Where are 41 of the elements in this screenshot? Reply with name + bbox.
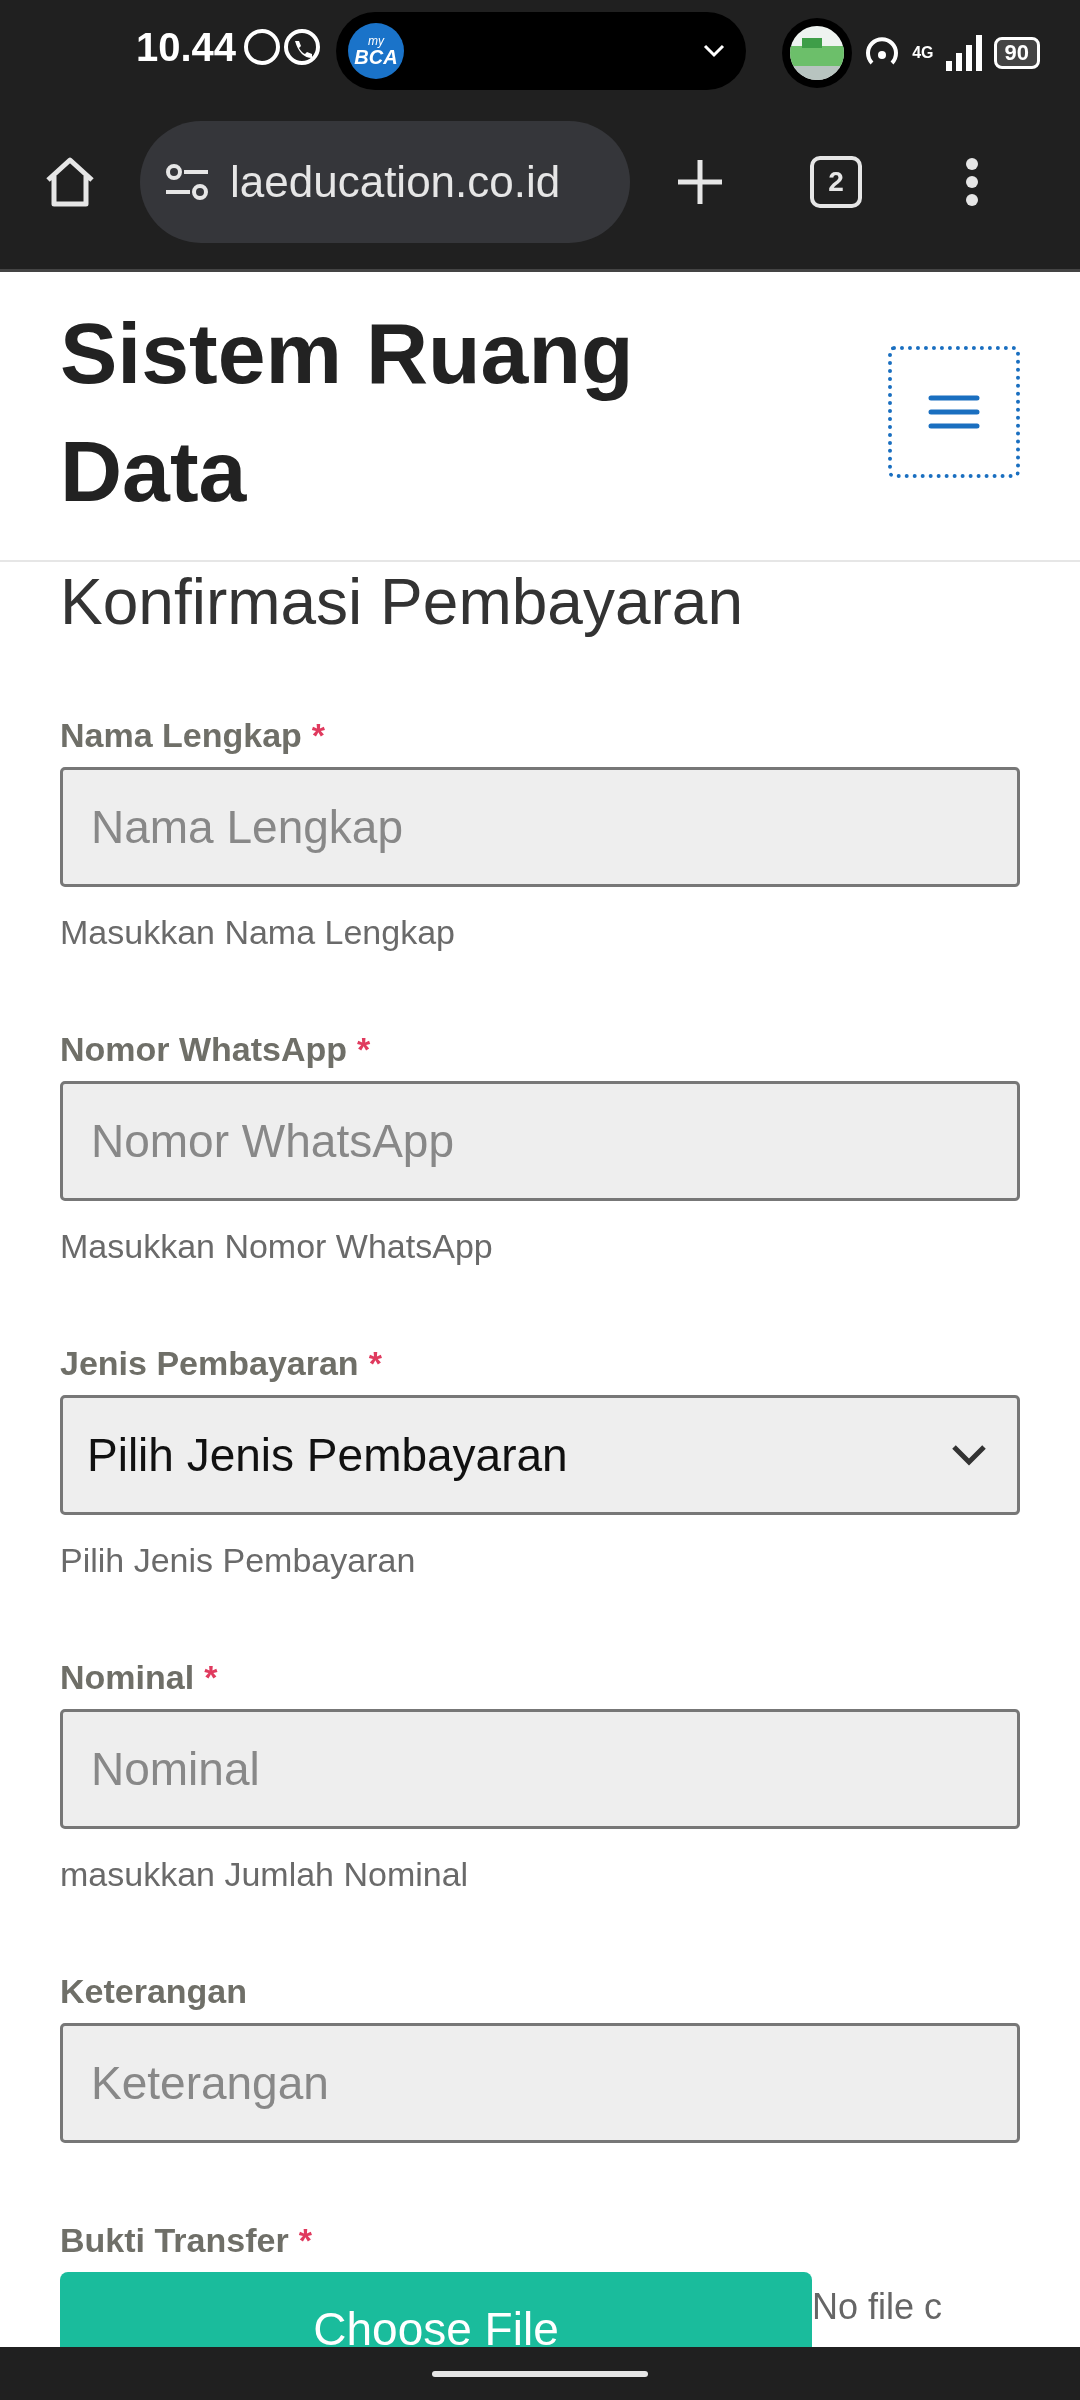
menu-button[interactable] bbox=[888, 346, 1020, 478]
status-time: 10.44 bbox=[136, 25, 237, 70]
field-label: Nominal bbox=[60, 1658, 195, 1697]
site-title: Sistem Ruang Data bbox=[60, 304, 635, 521]
input-field[interactable]: Keterangan bbox=[60, 2023, 1020, 2143]
page-title: Konfirmasi Pembayaran bbox=[60, 565, 744, 640]
app-badge: my BCA bbox=[348, 23, 404, 79]
phone-chat-icon bbox=[282, 27, 323, 68]
input-field[interactable]: Nominal bbox=[60, 1709, 1020, 1829]
home-handle[interactable] bbox=[432, 2370, 648, 2377]
address-bar[interactable]: laeducation.co.id bbox=[140, 121, 630, 243]
tab-switcher-button[interactable]: 2 bbox=[810, 156, 862, 208]
required-mark: * bbox=[357, 1030, 371, 1069]
help-text: Pilih Jenis Pembayaran bbox=[60, 1541, 417, 1580]
notification-pill[interactable]: my BCA bbox=[336, 12, 746, 90]
chevron-down-icon bbox=[951, 1444, 987, 1466]
field-label: Jenis Pembayaran bbox=[60, 1344, 359, 1383]
select-field[interactable]: Pilih Jenis Pembayaran bbox=[60, 1395, 1020, 1515]
field-label: Nomor WhatsApp bbox=[60, 1030, 348, 1069]
site-settings-icon bbox=[164, 162, 210, 202]
chevron-down-icon bbox=[702, 43, 726, 59]
help-text: Masukkan Nomor WhatsApp bbox=[60, 1227, 494, 1266]
required-mark: * bbox=[368, 1344, 382, 1383]
url-text: laeducation.co.id bbox=[230, 157, 561, 207]
field-label: Keterangan bbox=[60, 1972, 248, 2011]
help-text: masukkan Jumlah Nominal bbox=[60, 1855, 470, 1894]
required-mark: * bbox=[204, 1658, 218, 1697]
field-label: Bukti Transfer bbox=[60, 2221, 289, 2260]
file-status: No file c bbox=[812, 2286, 943, 2328]
plus-icon bbox=[675, 157, 725, 207]
required-mark: * bbox=[298, 2221, 312, 2260]
input-field[interactable]: Nomor WhatsApp bbox=[60, 1081, 1020, 1201]
signal-icon bbox=[943, 33, 984, 73]
menu-icon bbox=[928, 394, 980, 430]
more-icon bbox=[964, 157, 980, 207]
field-label: Nama Lengkap bbox=[60, 716, 302, 755]
input-field[interactable]: Nama Lengkap bbox=[60, 767, 1020, 887]
network-type: 4G bbox=[912, 44, 934, 62]
help-text: Masukkan Nama Lengkap bbox=[60, 913, 456, 952]
battery-level: 90 bbox=[993, 37, 1040, 69]
required-mark: * bbox=[311, 716, 326, 755]
